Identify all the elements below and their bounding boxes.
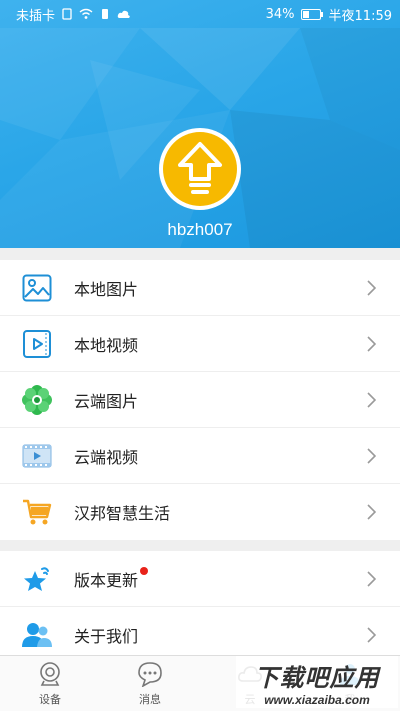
star-icon [24,566,49,591]
menu-label: 汉邦智慧生活 [74,504,171,523]
avatar[interactable] [159,128,241,210]
header-background [0,28,400,248]
upload-arrow-icon [178,142,222,194]
flower-icon [22,384,52,415]
menu-item-cloud-videos[interactable]: 云端视频 [0,428,400,484]
status-bar: 未插卡 34% 半夜11:59 [0,0,400,28]
chevron-right-icon [367,336,376,352]
battery-icon [300,8,323,20]
tab-label: 设备 [39,692,61,706]
menu-label: 本地视频 [74,335,139,355]
sim-icon [62,8,72,20]
watermark-title: 下载吧应用 [254,663,380,692]
menu-label: 本地图片 [74,279,139,299]
site-watermark: 下载吧应用 www.xiazaiba.com [236,656,398,708]
new-badge-dot [140,566,149,575]
menu-label: 云端视频 [74,447,139,467]
cart-icon [23,499,52,525]
people-icon [22,623,52,647]
watermark-url: www.xiazaiba.com [264,692,370,707]
menu-label: 版本更新 [74,570,139,590]
menu-label: 关于我们 [74,627,139,646]
chevron-right-icon [367,448,376,464]
battery-percent: 34% [265,6,295,22]
menu-label: 云端图片 [74,391,139,411]
profile-header: 未插卡 34% 半夜11:59 hbzh007 [0,0,400,248]
chevron-right-icon [367,571,376,587]
menu-item-cloud-photos[interactable]: 云端图片 [0,372,400,428]
cloud-status-icon [117,10,130,18]
chevron-right-icon [367,504,376,520]
battery-saver-icon [102,9,109,19]
chevron-right-icon [367,280,376,296]
chevron-right-icon [367,627,376,643]
film-icon [22,444,52,467]
menu-item-version-update[interactable]: 版本更新 [0,551,400,607]
tab-devices[interactable]: 设备 [0,656,100,711]
menu-item-smart-life[interactable]: 汉邦智慧生活 [0,484,400,540]
wifi-icon [79,8,93,19]
clock-text: 半夜11:59 [328,8,392,24]
gallery-icon [22,274,52,301]
carrier-text: 未插卡 [16,8,56,24]
chat-icon [138,661,162,687]
chevron-right-icon [367,392,376,408]
video-file-icon [23,329,51,358]
camera-icon [40,661,60,686]
menu-group-app: 版本更新 关于我们 [0,551,400,663]
avatar-circle [163,132,237,206]
username: hbzh007 [167,220,233,239]
menu-item-local-videos[interactable]: 本地视频 [0,316,400,372]
tab-messages[interactable]: 消息 [100,656,200,711]
menu-item-local-photos[interactable]: 本地图片 [0,260,400,316]
menu-group-media: 本地图片 本地视频 云端图片 云端视频 汉邦智慧生活 [0,260,400,540]
tab-label: 消息 [139,692,161,706]
